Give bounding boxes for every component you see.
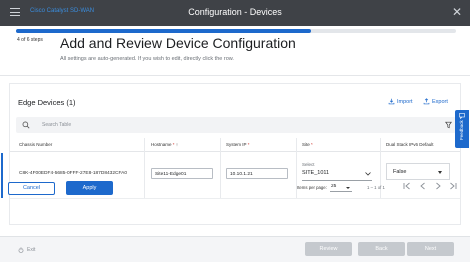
column-dual-stack[interactable]: Dual Stack IPv6 Default: [386, 142, 434, 147]
search-placeholder: Search Table: [42, 122, 72, 128]
pagination-range: 1 – 1 of 1: [367, 185, 385, 190]
system-ip-field[interactable]: 10.10.1.21: [226, 168, 288, 179]
filter-icon[interactable]: [445, 121, 452, 129]
row-selected-indicator: [1, 153, 3, 198]
top-bar: Cisco Catalyst SD-WAN Configuration - De…: [0, 0, 470, 26]
column-chassis[interactable]: Chassis Number: [19, 142, 52, 147]
next-button[interactable]: Next: [407, 242, 454, 256]
site-underline: [302, 180, 372, 181]
chevron-down-icon[interactable]: [365, 172, 371, 176]
close-icon[interactable]: ✕: [452, 5, 462, 19]
edge-devices-card: Edge Devices (1) Import Export Search Ta…: [1, 83, 461, 225]
review-button[interactable]: Review: [305, 242, 352, 256]
column-hostname[interactable]: Hostname * ↑: [151, 142, 178, 147]
divider: [0, 75, 470, 76]
chassis-number: C8K-4F00EDF4-5685-0FFF-27E8-187D8432CFA0: [19, 171, 127, 176]
footer-bar: Exit Review Back Next: [0, 236, 470, 262]
export-icon: [423, 98, 430, 105]
first-page-icon[interactable]: [402, 181, 412, 191]
divider: [10, 198, 460, 199]
import-button[interactable]: Import: [388, 98, 413, 105]
page-subtitle: All settings are auto-generated. If you …: [60, 56, 234, 62]
apply-button[interactable]: Apply: [66, 181, 113, 195]
back-button[interactable]: Back: [358, 242, 405, 256]
feedback-label: Feedback: [459, 120, 464, 140]
prev-page-icon[interactable]: [418, 181, 428, 191]
search-input[interactable]: Search Table: [16, 117, 456, 133]
dual-stack-select[interactable]: False: [386, 163, 450, 180]
hostname-field[interactable]: Site11-Edge01: [151, 168, 213, 179]
table-header: Chassis Number Hostname * ↑ System IP * …: [10, 138, 460, 152]
caret-down-icon: [438, 171, 442, 174]
items-per-page-select[interactable]: 25: [330, 182, 352, 192]
feedback-icon: [459, 113, 465, 119]
exit-icon: [18, 247, 24, 253]
steps-counter: 4 of 6 steps: [17, 37, 43, 43]
export-label: Export: [432, 98, 448, 105]
progress-fill: [16, 29, 311, 33]
search-icon: [22, 121, 30, 129]
dual-stack-value: False: [393, 169, 407, 175]
exit-label: Exit: [27, 247, 36, 253]
last-page-icon[interactable]: [448, 181, 458, 191]
progress-bar: [16, 29, 456, 33]
next-page-icon[interactable]: [433, 181, 443, 191]
cancel-button[interactable]: Cancel: [8, 182, 55, 195]
import-icon: [388, 98, 395, 105]
items-per-page-label: Items per page:: [297, 185, 327, 190]
site-label: Select: [302, 162, 315, 167]
export-button[interactable]: Export: [423, 98, 448, 105]
card-title: Edge Devices (1): [18, 98, 76, 107]
import-label: Import: [397, 98, 413, 105]
window-title: Configuration - Devices: [188, 7, 282, 17]
column-system-ip[interactable]: System IP *: [226, 142, 249, 147]
exit-button[interactable]: Exit: [18, 247, 35, 253]
column-site[interactable]: Site *: [302, 142, 313, 147]
main-content: 4 of 6 steps Add and Review Device Confi…: [0, 26, 470, 236]
page-title: Add and Review Device Configuration: [60, 35, 296, 51]
feedback-tab[interactable]: Feedback: [455, 110, 469, 148]
site-select[interactable]: SITE_1011: [302, 170, 329, 176]
app-frame: Cisco Catalyst SD-WAN Configuration - De…: [0, 0, 470, 262]
